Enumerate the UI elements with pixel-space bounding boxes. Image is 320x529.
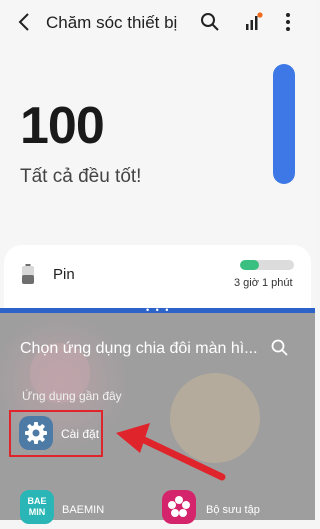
red-arrow-annotation — [116, 423, 226, 481]
page-title: Chăm sóc thiết bị — [46, 13, 178, 32]
search-icon[interactable] — [198, 10, 222, 34]
more-options-icon[interactable] — [276, 10, 300, 34]
signal-notification-icon[interactable] — [240, 10, 264, 34]
app-header: Chăm sóc thiết bị — [0, 0, 315, 44]
settings-app-label[interactable]: Cài đặt — [61, 427, 99, 441]
settings-app-icon[interactable] — [19, 416, 53, 450]
recent-apps-label: Ứng dụng gần đây — [22, 389, 122, 403]
status-text: Tất cả đều tốt! — [20, 166, 142, 187]
score-meter — [273, 64, 295, 184]
baemin-app-label[interactable]: BAEMIN — [62, 504, 104, 516]
back-arrow-icon[interactable] — [14, 10, 36, 34]
battery-time-remaining: 3 giờ 1 phút — [234, 277, 293, 289]
battery-level-bar — [240, 260, 294, 270]
baemin-app-icon[interactable]: BAE MIN — [20, 490, 54, 524]
battery-label: Pin — [53, 266, 75, 283]
device-score: 100 — [20, 97, 105, 155]
device-care-screen: Chăm sóc thiết bị 100 Tất cả đều tốt! Pi… — [0, 0, 315, 308]
picker-title: Chọn ứng dụng chia đôi màn hì... — [20, 340, 258, 357]
gear-icon — [25, 422, 47, 444]
gallery-app-label[interactable]: Bộ sưu tập — [206, 504, 260, 516]
gallery-app-icon[interactable] — [162, 490, 196, 524]
battery-level-fill — [240, 260, 259, 270]
flower-icon — [168, 496, 190, 517]
search-icon[interactable] — [270, 338, 290, 358]
battery-icon — [22, 264, 34, 284]
